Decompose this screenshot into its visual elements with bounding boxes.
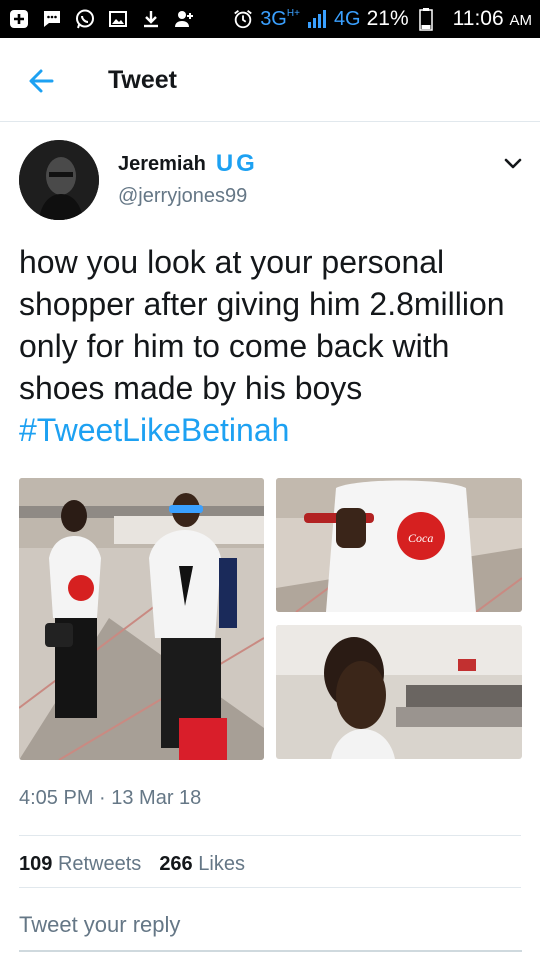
download-icon (140, 8, 162, 30)
clock-ampm: AM (509, 12, 533, 29)
tweet-photo-1[interactable] (19, 478, 264, 760)
retweets-label: Retweets (57, 853, 142, 875)
hashtag-link[interactable]: #TweetLikeBetinah (19, 412, 289, 448)
avatar[interactable] (19, 140, 99, 220)
battery-percent: 21% (366, 7, 409, 30)
clock: 11:06 AM (453, 7, 532, 31)
whatsapp-icon (74, 8, 96, 30)
likes-count: 266 (159, 853, 193, 875)
reply-input[interactable] (19, 908, 522, 938)
chevron-down-icon (504, 158, 522, 169)
plus-box-icon (8, 8, 30, 30)
tweet-photo-2[interactable]: Coca (276, 478, 522, 612)
back-arrow-icon (29, 69, 54, 93)
photo-3-image (276, 625, 522, 759)
back-button[interactable] (24, 64, 58, 98)
photo-1-image (19, 478, 264, 760)
network-type: 3G (260, 7, 287, 30)
tweet-stats: 109 Retweets 266 Likes (19, 853, 245, 876)
tweet-options-button[interactable] (500, 150, 526, 176)
divider (19, 887, 521, 888)
tweet-text-body: how you look at your personal shopper af… (19, 244, 505, 406)
photo-2-image: Coca (276, 478, 522, 612)
author-name[interactable]: Jeremiah (118, 153, 206, 176)
retweets-stat[interactable]: 109 Retweets (19, 853, 141, 876)
likes-stat[interactable]: 266 Likes (159, 853, 245, 876)
signal-icon (306, 8, 328, 30)
reply-box[interactable] (19, 908, 522, 952)
svg-text:Coca: Coca (408, 531, 433, 545)
battery-icon (415, 8, 437, 31)
add-user-icon (173, 8, 195, 30)
likes-label: Likes (198, 853, 245, 875)
network-type-2: 4G (333, 7, 361, 30)
network-type-sup: H+ (286, 7, 300, 19)
divider (19, 835, 521, 836)
tweet-photo-3[interactable] (276, 625, 522, 759)
clock-time: 11:06 (452, 7, 504, 30)
message-icon (41, 8, 63, 30)
status-bar-system: 3GH+ 4G 21% 11:06 AM (232, 0, 532, 38)
tweet-timestamp: 4:05 PM · 13 Mar 18 (19, 787, 202, 809)
status-bar: 3GH+ 4G 21% 11:06 AM (0, 0, 540, 38)
author-handle[interactable]: @jerryjones99 (118, 185, 247, 208)
app-bar: Tweet (0, 38, 540, 122)
page-title: Tweet (108, 66, 177, 94)
tweet-text: how you look at your personal shopper af… (19, 241, 519, 451)
network-type-label: 3GH+ (260, 8, 300, 31)
status-bar-notifications (8, 0, 195, 38)
alarm-icon (232, 8, 254, 30)
author-name-row[interactable]: Jeremiah UG (118, 150, 258, 178)
author-badge: UG (215, 150, 258, 177)
retweets-count: 109 (19, 853, 53, 875)
image-icon (107, 8, 129, 30)
